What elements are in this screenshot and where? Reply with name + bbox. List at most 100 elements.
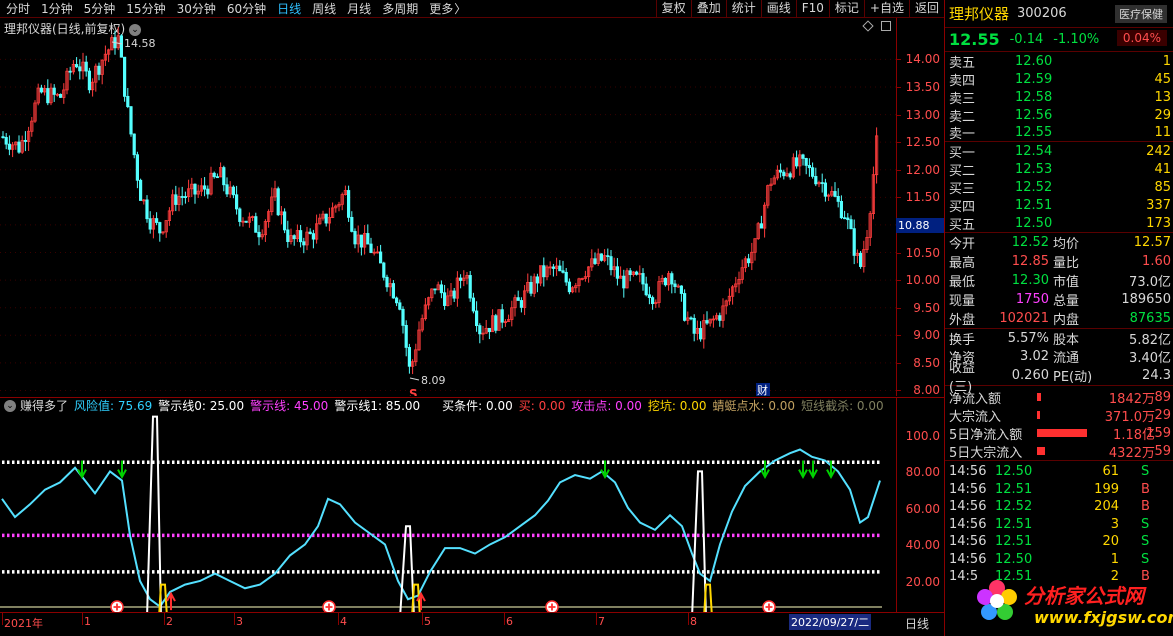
- stat-value: 12.52: [1011, 235, 1049, 250]
- price-axis-tick: [897, 362, 901, 364]
- candle-body: [683, 293, 687, 321]
- order-book-row[interactable]: 买四 12.51 337: [945, 196, 1173, 215]
- price-axis-label: 13.50: [905, 79, 940, 94]
- buy-condition-spike: [146, 415, 162, 612]
- order-book-row[interactable]: 卖一 12.55 11: [945, 124, 1173, 142]
- candle-body: [23, 140, 28, 142]
- order-price: 12.51: [1015, 197, 1053, 213]
- candle-body: [382, 262, 386, 278]
- toolbar-button-2[interactable]: 统计: [725, 0, 761, 18]
- candle-body: [811, 167, 815, 177]
- candle-body: [385, 276, 389, 288]
- candle-body: [353, 231, 357, 245]
- tick-price: 12.52: [995, 499, 1033, 515]
- tab-timeframe-1[interactable]: 1分钟: [41, 0, 73, 17]
- candle-body: [292, 235, 296, 240]
- stat-key: 现量: [949, 294, 976, 309]
- order-price: 12.55: [1015, 125, 1053, 140]
- date-label: 5: [424, 615, 431, 628]
- order-book-row[interactable]: 卖二 12.56 29: [945, 106, 1173, 125]
- tick-volume: 20: [1102, 534, 1119, 550]
- sell-arrow-icon: [808, 460, 818, 479]
- order-volume: 337: [1146, 197, 1171, 213]
- indicator-value-7: 挖坑: 0.00: [647, 399, 707, 413]
- quote-panel: 理邦仪器 300206 医疗保健 12.55 -0.14 -1.10% 0.04…: [944, 0, 1173, 636]
- tick-row: 14:56 12.50 1 S: [945, 551, 1173, 569]
- stat-row: 最低 12.30 市值 73.0亿: [945, 271, 1173, 290]
- price-axis-label: 11.50: [905, 190, 940, 205]
- candle-body: [126, 95, 130, 108]
- chevron-right-icon[interactable]: 〉: [454, 0, 466, 17]
- toolbar-button-7[interactable]: 返回: [908, 0, 944, 18]
- candle-body: [705, 320, 709, 324]
- tab-timeframe-3[interactable]: 15分钟: [126, 0, 165, 17]
- stat-row: 换手 5.57% 股本 5.82亿: [945, 328, 1173, 348]
- order-book-row[interactable]: 卖四 12.59 45: [945, 70, 1173, 89]
- candle-body: [519, 300, 524, 308]
- candle-body: [52, 87, 56, 95]
- indicator-value-2: 警示线: 45.00: [250, 399, 329, 413]
- chevron-down-icon[interactable]: ⌄: [4, 399, 16, 412]
- candlestick-chart[interactable]: 14.58 8.09S 财: [0, 18, 896, 396]
- order-volume: 13: [1154, 89, 1171, 105]
- order-book-row[interactable]: 卖三 12.58 13: [945, 88, 1173, 107]
- order-book-row[interactable]: 买三 12.52 85: [945, 178, 1173, 197]
- candle-body: [193, 183, 197, 195]
- candle-body: [478, 325, 482, 335]
- candle-body: [494, 315, 498, 331]
- date-label: 4: [340, 615, 347, 628]
- candle-body: [407, 347, 412, 367]
- candle-body: [298, 230, 303, 243]
- order-volume: 1: [1162, 53, 1171, 69]
- date-label: 2021年: [4, 617, 43, 630]
- price-axis-label: 14.00: [905, 52, 940, 67]
- tab-timeframe-8[interactable]: 月线: [347, 0, 371, 17]
- order-book-row[interactable]: 买二 12.53 41: [945, 160, 1173, 179]
- candle-body: [123, 56, 127, 97]
- stat-row: 外盘 102021 内盘 87635: [945, 309, 1173, 328]
- site-watermark: 分析家公式网 www.fxjgsw.com: [962, 572, 1173, 636]
- tab-timeframe-2[interactable]: 5分钟: [84, 0, 116, 17]
- toolbar-button-4[interactable]: F10: [795, 0, 829, 18]
- order-book-row[interactable]: 买五 12.50 173: [945, 214, 1173, 233]
- candle-body: [84, 61, 88, 72]
- candle-body: [206, 188, 210, 195]
- tab-timeframe-0[interactable]: 分时: [6, 0, 30, 17]
- candle-body: [202, 185, 207, 190]
- candle-body: [622, 275, 626, 289]
- tab-timeframe-10[interactable]: 更多: [429, 0, 453, 17]
- tab-timeframe-7[interactable]: 周线: [312, 0, 336, 17]
- toolbar-button-1[interactable]: 叠加: [690, 0, 726, 18]
- candle-body: [699, 328, 703, 340]
- order-book-row[interactable]: 买一 12.54 242: [945, 142, 1173, 161]
- candle-body: [369, 243, 373, 253]
- candle-body: [647, 294, 652, 298]
- tab-timeframe-9[interactable]: 多周期: [382, 0, 418, 17]
- tick-volume: 204: [1094, 499, 1119, 515]
- indicator-chart[interactable]: [0, 413, 896, 612]
- candle-body: [814, 176, 818, 185]
- flow-extra: 59: [1154, 443, 1171, 459]
- toolbar-button-3[interactable]: 画线: [760, 0, 796, 18]
- stat-key-2: 市值: [1053, 275, 1080, 290]
- candle-body: [801, 154, 805, 159]
- order-level-label: 买二: [949, 163, 976, 179]
- flow-key: 净流入额: [949, 391, 1002, 407]
- tab-timeframe-4[interactable]: 30分钟: [177, 0, 216, 17]
- order-book-row[interactable]: 卖五 12.60 1: [945, 52, 1173, 71]
- indicator-value-4: 买条件: 0.00: [442, 399, 513, 413]
- tab-timeframe-6[interactable]: 日线: [277, 0, 301, 17]
- period-label[interactable]: 日线: [905, 615, 929, 632]
- flow-bar: [1037, 411, 1040, 419]
- tab-timeframe-5[interactable]: 60分钟: [227, 0, 266, 17]
- toolbar-button-6[interactable]: +自选: [863, 0, 909, 18]
- stat-key-2: 量比: [1053, 256, 1080, 271]
- order-price: 12.59: [1015, 71, 1053, 87]
- toolbar-button-0[interactable]: 复权: [655, 0, 691, 18]
- sector-tag[interactable]: 医疗保健: [1115, 5, 1167, 23]
- tick-volume: 199: [1094, 481, 1119, 497]
- stat-value-2: 3.40亿: [1129, 351, 1171, 366]
- risk-value-line: [1, 448, 881, 608]
- candle-body: [39, 87, 44, 93]
- toolbar-button-5[interactable]: 标记: [828, 0, 864, 18]
